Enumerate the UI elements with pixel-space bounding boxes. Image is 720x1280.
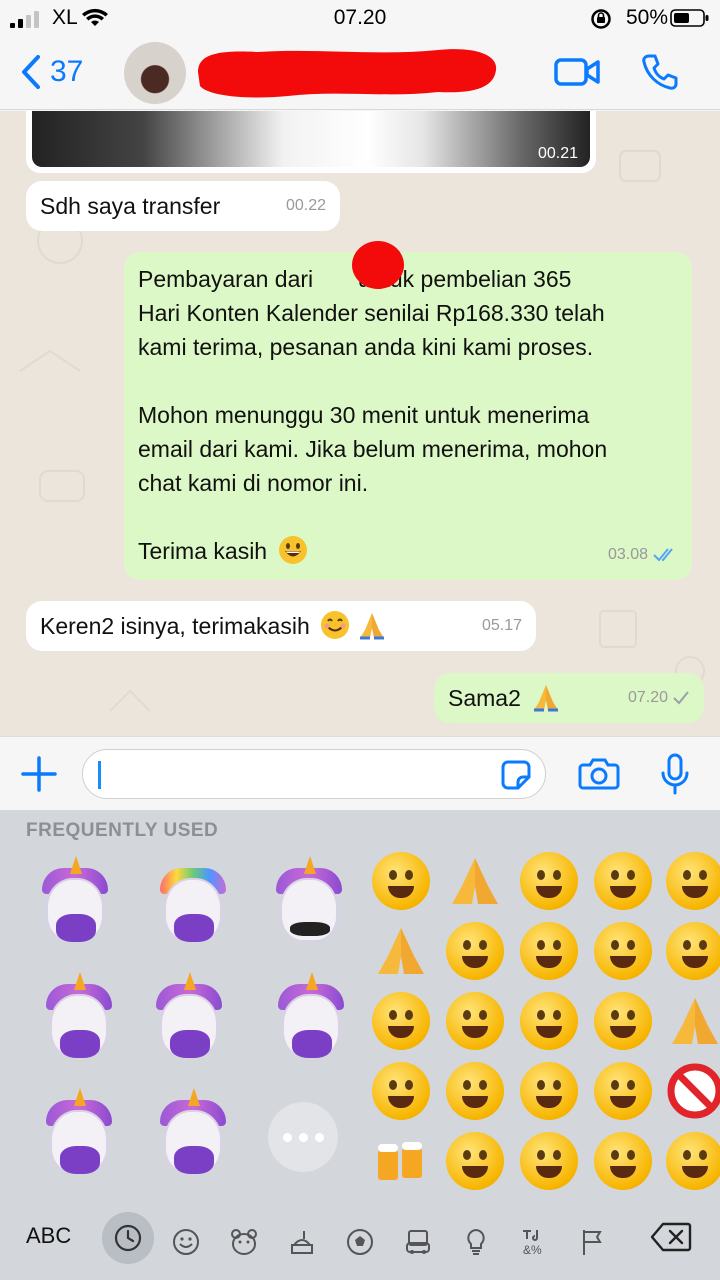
message-text: Sdh saya transfer [40,193,221,219]
prohibited-emoji-icon[interactable] [666,1062,720,1120]
symbols-category-icon[interactable]: &% [512,1220,556,1264]
message-line: Hari Konten Kalender senilai Rp168.330 t… [138,300,605,326]
pointing-down-emoji-icon[interactable] [666,992,720,1050]
video-timestamp: 00.21 [537,145,578,162]
back-button[interactable]: 37 [20,54,83,90]
squinting-tongue-emoji-icon[interactable] [520,1062,578,1120]
sleeping-unicorn-memoji[interactable] [36,856,114,950]
clock: 07.20 [333,6,387,29]
chat-header: 37 [0,36,720,110]
downcast-sweat-emoji-icon[interactable] [446,922,504,980]
clinking-beer-emoji-icon[interactable] [372,1132,430,1190]
redacted-name-mark [352,241,404,289]
grinning-big-eyes-emoji-icon[interactable] [594,922,652,980]
sticker-icon[interactable] [500,759,532,791]
message-input-bar [0,736,720,810]
message-line: chat kami di nomor ini. [138,470,369,496]
message-bubble-outgoing[interactable]: Pembayaran dari untuk pembelian 365 Hari… [124,252,692,580]
unread-count: 37 [50,55,84,88]
tears-of-joy-unicorn-memoji[interactable] [154,1088,232,1182]
grinning-face-emoji-icon [278,536,307,564]
message-line: Terima kasih [138,538,268,564]
video-call-icon[interactable] [554,54,600,90]
tongue-out-unicorn-memoji[interactable] [272,972,350,1066]
heart-eyes-unicorn-memoji[interactable] [40,972,118,1066]
message-time: 03.08 [607,546,648,563]
phone-call-icon[interactable] [640,52,680,92]
abc-keyboard-button[interactable]: ABC [26,1223,71,1249]
crying-loud-emoji-icon[interactable] [372,1062,430,1120]
flags-category-icon[interactable] [570,1220,614,1264]
message-line: Pembayaran dari untuk pembelian 365 [138,266,572,292]
plus-icon[interactable] [20,755,58,793]
message-text: Keren2 isinya, terimakasih [40,613,310,639]
message-time: 00.22 [285,197,326,214]
squinting-laugh-emoji-icon[interactable] [594,1132,652,1190]
thumbs-up-emoji-icon[interactable] [446,852,504,910]
kiss-unicorn-memoji[interactable] [150,972,228,1066]
recent-category-icon[interactable] [102,1212,154,1264]
rotation-lock-icon [591,9,611,29]
grinning-sweat-emoji-icon[interactable] [666,1132,720,1190]
redacted-contact-name[interactable] [188,42,498,102]
more-stickers-button[interactable] [268,1102,338,1172]
kissing-emoji-icon[interactable] [520,852,578,910]
status-bar: XL 07.20 50% [0,0,720,36]
message-time: 07.20 [627,689,668,706]
animals-category-icon[interactable] [222,1220,266,1264]
folded-hands-emoji-icon[interactable] [372,922,430,980]
food-category-icon[interactable] [280,1220,324,1264]
activity-category-icon[interactable] [338,1220,382,1264]
grin-emoji-icon[interactable] [594,992,652,1050]
swearing-unicorn-memoji[interactable] [270,856,348,950]
message-line: email dari kami. Jika belum menerima, mo… [138,436,608,462]
smileys-category-icon[interactable] [164,1220,208,1264]
microphone-icon[interactable] [660,753,690,795]
folded-hands-emoji-icon [359,613,384,640]
message-text: Sama2 [448,685,521,711]
objects-category-icon[interactable] [454,1220,498,1264]
chevron-left-icon [22,55,40,89]
contact-avatar[interactable] [124,42,186,104]
rofl-emoji-icon[interactable] [372,852,430,910]
message-input[interactable] [82,749,546,799]
message-time: 05.17 [481,617,522,634]
sunglasses-emoji-icon[interactable] [520,992,578,1050]
single-check-icon [673,691,689,705]
relieved-emoji-icon[interactable] [446,1132,504,1190]
video-message[interactable]: 00.21 [26,111,596,173]
battery-percent: 50% [625,6,668,29]
svg-text:&%: &% [523,1243,542,1257]
message-bubble-outgoing[interactable]: Sama2 07.20 [434,673,704,723]
double-check-read-icon [653,548,673,562]
message-bubble-incoming[interactable]: Keren2 isinya, terimakasih 05.17 [26,601,536,651]
heart-eyes-emoji-icon[interactable] [446,1062,504,1120]
message-line: kami terima, pesanan anda kini kami pros… [138,334,594,360]
section-title: FREQUENTLY USED [26,820,219,841]
video-thumbnail[interactable]: 00.21 [32,111,590,167]
screaming-emoji-icon[interactable] [446,992,504,1050]
emoji-category-bar: ABC &% [0,1208,720,1280]
beaming-emoji-icon[interactable] [372,992,430,1050]
smiling-face-emoji-icon [321,611,350,639]
battery-icon [670,9,709,27]
smiling-emoji-icon[interactable] [666,852,720,910]
mind-blown-unicorn-memoji[interactable] [154,862,232,950]
camera-icon[interactable] [578,757,620,791]
folded-hands-emoji-icon [534,685,559,712]
delete-backspace-icon[interactable] [650,1222,692,1252]
thinking-emoji-icon[interactable] [594,852,652,910]
sad-sweat-emoji-icon[interactable] [520,1132,578,1190]
grinning-emoji-icon[interactable] [520,922,578,980]
text-caret [98,761,101,789]
travel-category-icon[interactable] [396,1220,440,1264]
star-struck-unicorn-memoji[interactable] [40,1088,118,1182]
tears-of-joy-emoji-icon[interactable] [594,1062,652,1120]
smiling-hearts-emoji-icon[interactable] [666,922,720,980]
message-bubble-incoming[interactable]: Sdh saya transfer 00.22 [26,181,340,231]
chat-area[interactable]: 00.21 Sdh saya transfer 00.22 Pembayaran… [0,111,720,736]
message-line: Mohon menunggu 30 menit untuk menerima [138,402,590,428]
